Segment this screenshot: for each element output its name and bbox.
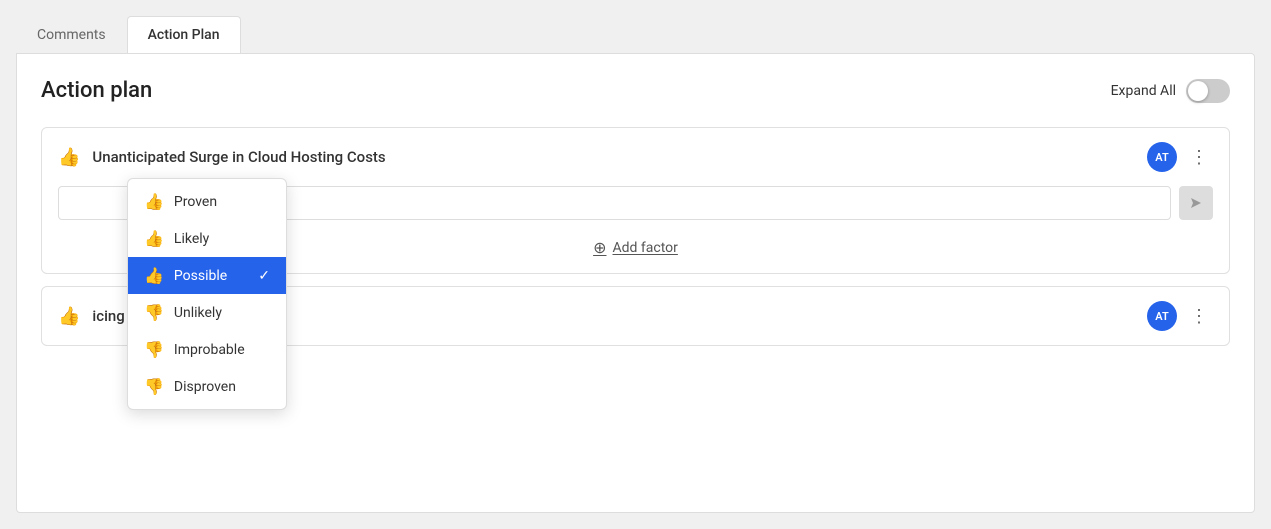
send-button-1[interactable] (1179, 186, 1213, 220)
expand-all-toggle[interactable] (1186, 79, 1230, 103)
page-container: Comments Action Plan Action plan Expand … (0, 0, 1271, 529)
item-icon-2: 👍 (58, 306, 80, 327)
thumb-improbable-icon: 👎 (144, 340, 164, 359)
expand-all-label: Expand All (1111, 83, 1176, 99)
item-actions-1: AT ⋮ (1147, 142, 1213, 172)
send-icon (1188, 195, 1204, 211)
tab-comments[interactable]: Comments (16, 16, 127, 53)
check-icon: ✓ (258, 268, 270, 284)
thumb-disproven-icon: 👎 (144, 377, 164, 396)
tab-action-plan[interactable]: Action Plan (127, 16, 241, 53)
item-title-1: Unanticipated Surge in Cloud Hosting Cos… (92, 148, 1135, 166)
dropdown-item-possible[interactable]: 👍 Possible ✓ (128, 257, 286, 294)
add-factor-icon: ⊕ (593, 238, 606, 257)
dropdown-label-possible: Possible (174, 268, 227, 284)
avatar-2: AT (1147, 301, 1177, 331)
panel-title: Action plan (41, 78, 152, 103)
dropdown-item-disproven[interactable]: 👎 Disproven (128, 368, 286, 405)
thumb-likely-icon: 👍 (144, 229, 164, 248)
tabs-bar: Comments Action Plan (16, 16, 1255, 53)
dropdown-label-disproven: Disproven (174, 379, 236, 395)
thumb-proven-icon: 👍 (144, 192, 164, 211)
dropdown-label-improbable: Improbable (174, 342, 245, 358)
thumb-unlikely-icon: 👎 (144, 303, 164, 322)
dropdown-item-improbable[interactable]: 👎 Improbable (128, 331, 286, 368)
dropdown-label-unlikely: Unlikely (174, 305, 222, 321)
thumb-possible-icon: 👍 (144, 266, 164, 285)
dropdown-item-unlikely[interactable]: 👎 Unlikely (128, 294, 286, 331)
add-factor-link[interactable]: ⊕ Add factor (593, 238, 678, 257)
avatar-1: AT (1147, 142, 1177, 172)
item-actions-2: AT ⋮ (1147, 301, 1213, 331)
expand-all-row: Expand All (1111, 79, 1230, 103)
more-button-1[interactable]: ⋮ (1185, 143, 1213, 171)
more-button-2[interactable]: ⋮ (1185, 302, 1213, 330)
main-panel: Action plan Expand All 👍 Unanticipated S… (16, 53, 1255, 513)
dropdown-item-likely[interactable]: 👍 Likely (128, 220, 286, 257)
dropdown-label-proven: Proven (174, 194, 217, 210)
panel-header: Action plan Expand All (41, 78, 1230, 103)
dropdown-menu: 👍 Proven 👍 Likely 👍 Possible ✓ 👎 Un (127, 178, 287, 410)
item-icon-1: 👍 (58, 147, 80, 168)
dropdown-item-proven[interactable]: 👍 Proven (128, 183, 286, 220)
dropdown-label-likely: Likely (174, 231, 209, 247)
item-card-1: 👍 Unanticipated Surge in Cloud Hosting C… (41, 127, 1230, 274)
